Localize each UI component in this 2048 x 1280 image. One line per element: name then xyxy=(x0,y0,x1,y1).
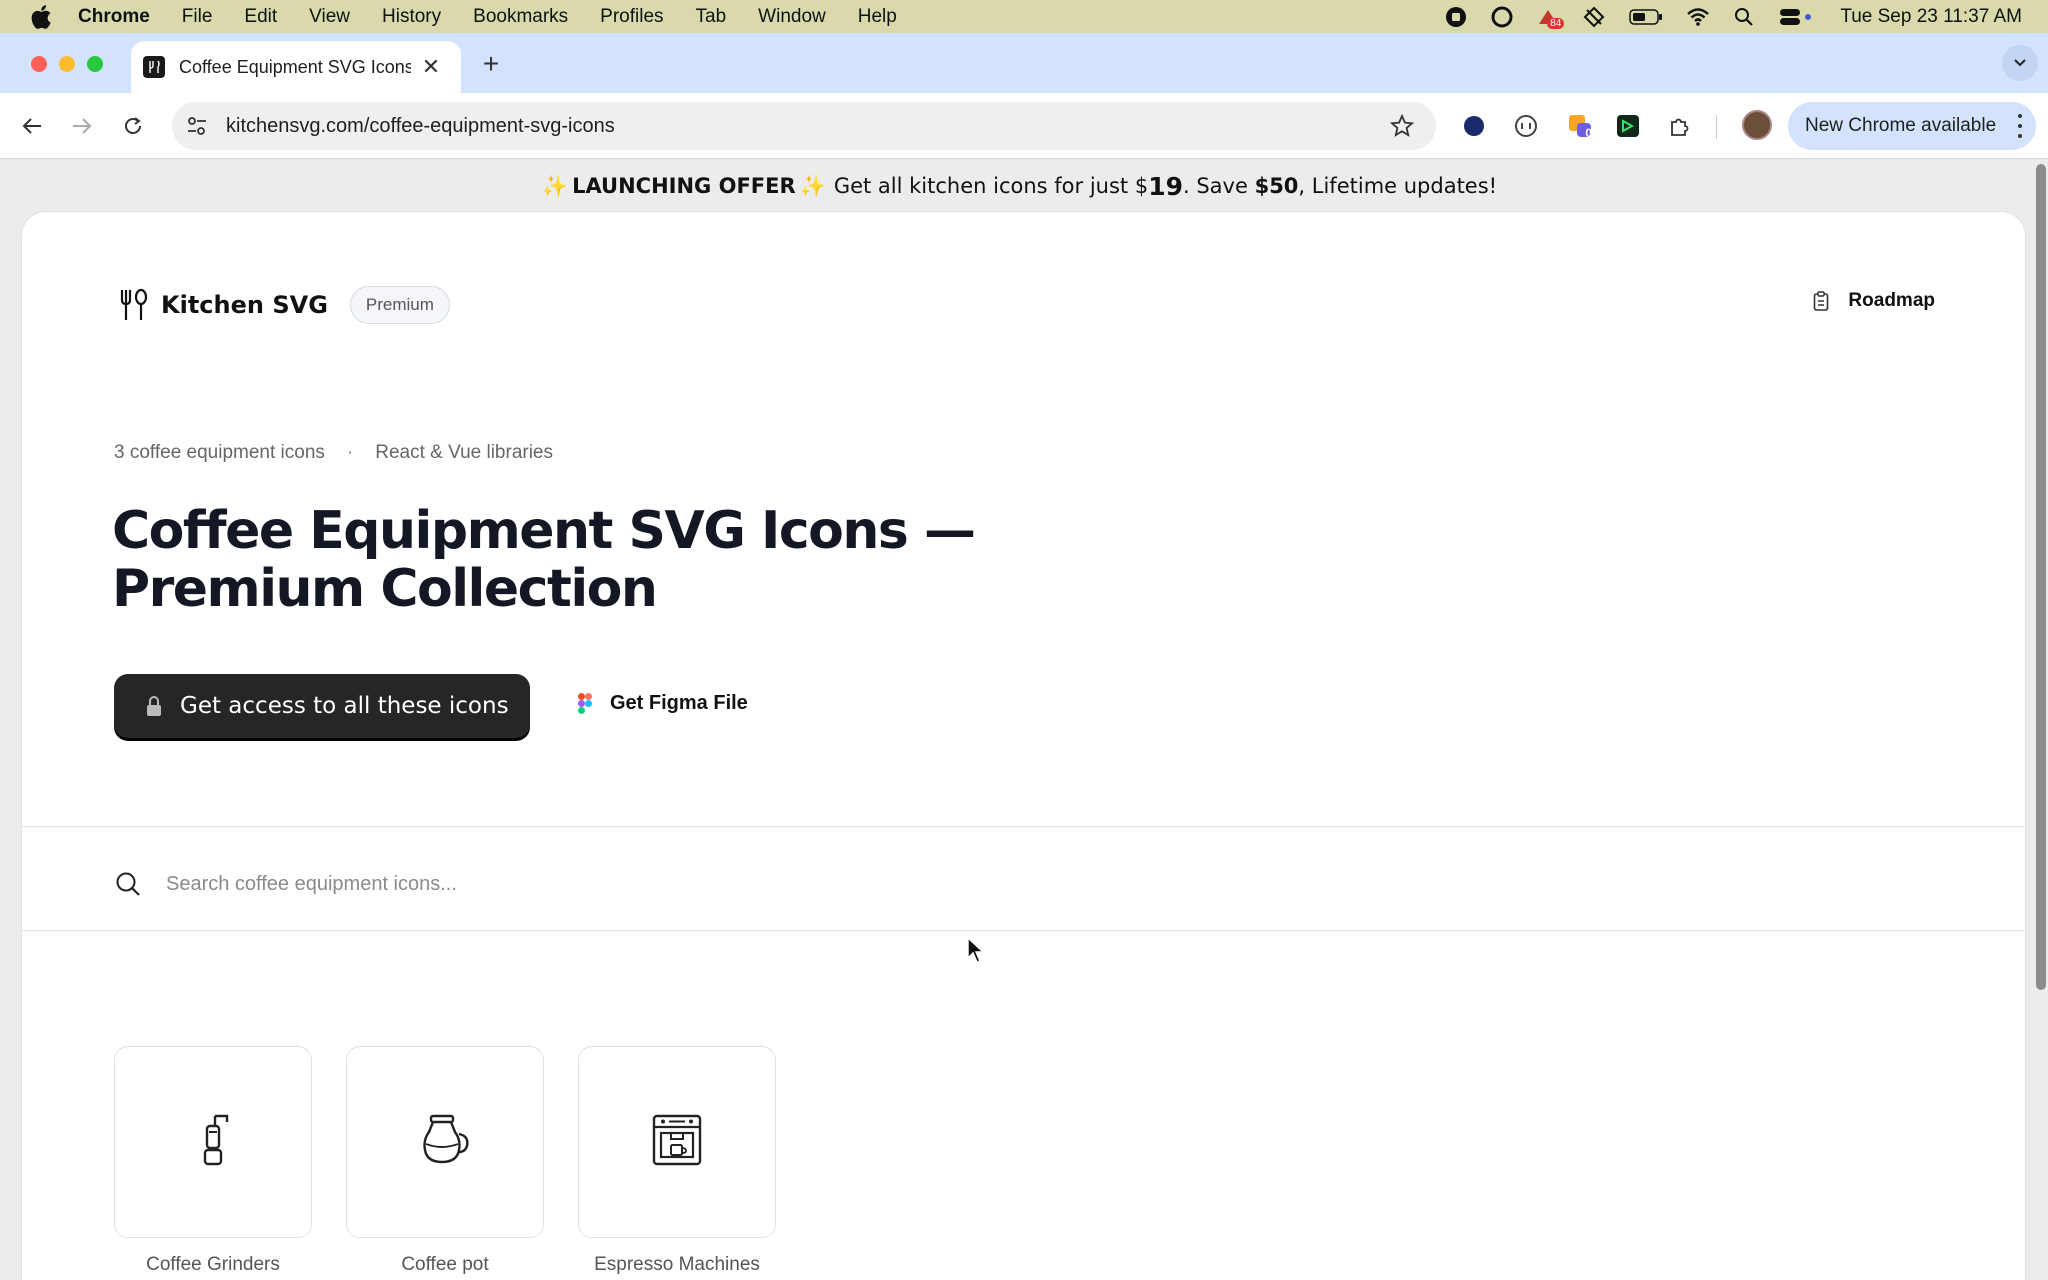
menu-window[interactable]: Window xyxy=(758,6,826,28)
search-bar[interactable] xyxy=(114,866,1914,902)
reload-icon[interactable] xyxy=(118,111,148,141)
menu-bookmarks[interactable]: Bookmarks xyxy=(473,6,568,28)
browser-toolbar: kitchensvg.com/coffee-equipment-svg-icon… xyxy=(0,93,2048,159)
main-card: Kitchen SVG Premium Roadmap 3 coffee equ… xyxy=(22,212,2025,1280)
offer-text-1: Get all kitchen icons for just $ xyxy=(833,174,1149,198)
offer-price: 19 xyxy=(1148,171,1183,201)
window-minimize-button[interactable] xyxy=(59,56,75,72)
window-zoom-button[interactable] xyxy=(87,56,103,72)
chrome-menu-kebab-icon[interactable] xyxy=(2016,114,2024,138)
icon-label-espresso-machines: Espresso Machines xyxy=(594,1254,760,1275)
site-info-tune-icon[interactable] xyxy=(184,113,210,139)
browser-tab-strip: Coffee Equipment SVG Icons ✕ + xyxy=(0,33,2048,93)
offer-text-3: , Lifetime updates! xyxy=(1298,174,1498,198)
mouse-cursor-icon xyxy=(967,936,985,963)
extension-green-terminal-icon[interactable] xyxy=(1614,112,1642,140)
apple-icon[interactable] xyxy=(28,4,54,30)
search-input[interactable] xyxy=(166,872,1066,896)
collection-meta: 3 coffee equipment icons · React & Vue l… xyxy=(114,442,553,464)
menu-app-name[interactable]: Chrome xyxy=(78,6,150,28)
icon-label-coffee-pot: Coffee pot xyxy=(401,1254,489,1275)
url-text[interactable]: kitchensvg.com/coffee-equipment-svg-icon… xyxy=(226,115,1388,138)
toolbar-separator xyxy=(1716,115,1717,139)
page-title: Coffee Equipment SVG Icons — Premium Col… xyxy=(112,502,1012,618)
battery-icon[interactable] xyxy=(1628,5,1664,29)
brand-name: Kitchen SVG xyxy=(161,291,328,319)
macos-menu-bar: Chrome File Edit View History Bookmarks … xyxy=(0,0,2048,33)
window-close-button[interactable] xyxy=(31,56,47,72)
menu-edit[interactable]: Edit xyxy=(244,6,277,28)
figma-label: Get Figma File xyxy=(610,691,748,714)
profile-avatar[interactable] xyxy=(1742,110,1772,140)
roadmap-label: Roadmap xyxy=(1848,290,1935,311)
sparkle-icon: ✨ xyxy=(799,173,826,198)
bookmark-star-icon[interactable] xyxy=(1388,112,1416,140)
menu-help[interactable]: Help xyxy=(858,6,897,28)
circle-app-icon[interactable] xyxy=(1490,5,1514,29)
menu-history[interactable]: History xyxy=(382,6,441,28)
new-tab-plus-icon[interactable]: + xyxy=(476,48,506,79)
tab-title: Coffee Equipment SVG Icons xyxy=(179,56,411,77)
offer-savings: $50 xyxy=(1254,174,1299,198)
coffee-pot-icon xyxy=(417,1114,473,1171)
wifi-icon[interactable] xyxy=(1686,5,1710,29)
extension-badge-icon[interactable]: 0 xyxy=(1566,112,1594,140)
back-arrow-icon[interactable] xyxy=(17,111,47,141)
kitchen-svg-favicon-icon xyxy=(143,56,165,78)
address-bar[interactable]: kitchensvg.com/coffee-equipment-svg-icon… xyxy=(172,102,1436,150)
figma-icon xyxy=(576,690,594,716)
extensions-puzzle-icon[interactable] xyxy=(1666,112,1694,140)
spotlight-search-icon[interactable] xyxy=(1732,5,1756,29)
clipboard-icon xyxy=(1810,290,1832,312)
page-scrollbar[interactable] xyxy=(2036,164,2046,990)
search-icon xyxy=(114,870,142,898)
sparkle-icon: ✨ xyxy=(541,173,569,198)
update-label: New Chrome available xyxy=(1805,115,1997,136)
icon-count: 3 coffee equipment icons xyxy=(114,442,325,463)
offer-label: LAUNCHING OFFER xyxy=(572,174,796,198)
forward-arrow-icon[interactable] xyxy=(67,111,97,141)
premium-badge: Premium xyxy=(349,286,450,324)
new-chrome-available-button[interactable]: New Chrome available xyxy=(1788,102,2036,150)
search-bottom-divider xyxy=(22,930,2025,931)
menu-profiles[interactable]: Profiles xyxy=(600,6,663,28)
lock-icon xyxy=(144,695,164,717)
offer-text-2: . Save xyxy=(1183,174,1255,198)
search-top-divider xyxy=(22,826,2025,827)
extension-count-badge: 0 xyxy=(1585,126,1592,140)
title-line-1: Coffee Equipment SVG Icons — xyxy=(112,501,976,561)
vpn-icon[interactable] xyxy=(1582,5,1606,29)
get-access-label: Get access to all these icons xyxy=(180,693,509,719)
roadmap-link[interactable]: Roadmap xyxy=(1810,290,1935,312)
icon-tile-coffee-grinders[interactable] xyxy=(114,1046,312,1238)
title-line-2: Premium Collection xyxy=(112,559,658,619)
page-viewport: ✨ LAUNCHING OFFER ✨ Get all kitchen icon… xyxy=(0,160,2048,1280)
menu-tab[interactable]: Tab xyxy=(696,6,727,28)
tab-close-icon[interactable]: ✕ xyxy=(419,54,443,79)
icon-tile-espresso-machines[interactable] xyxy=(578,1046,776,1238)
libraries-text: React & Vue libraries xyxy=(375,442,553,463)
status-app-icon[interactable]: 84 xyxy=(1536,5,1565,29)
fork-spoon-logo-icon xyxy=(117,288,151,322)
coffee-grinder-icon xyxy=(193,1112,233,1173)
menu-view[interactable]: View xyxy=(309,6,350,28)
control-center-icon[interactable] xyxy=(1778,5,1814,29)
menubar-clock[interactable]: Tue Sep 23 11:37 AM xyxy=(1840,6,2022,28)
espresso-machine-icon xyxy=(651,1113,703,1172)
icon-label-coffee-grinders: Coffee Grinders xyxy=(146,1254,280,1275)
site-logo[interactable]: Kitchen SVG Premium xyxy=(117,286,450,324)
menu-file[interactable]: File xyxy=(182,6,213,28)
record-stop-icon[interactable] xyxy=(1444,5,1468,29)
meta-separator: · xyxy=(346,442,354,463)
tab-search-chevron-icon[interactable] xyxy=(2002,45,2038,81)
extension-circle-icon[interactable] xyxy=(1512,112,1540,140)
get-access-button[interactable]: Get access to all these icons xyxy=(114,674,530,738)
icon-tile-coffee-pot[interactable] xyxy=(346,1046,544,1238)
extension-orange-swirl-icon[interactable] xyxy=(1460,112,1488,140)
launch-offer-banner[interactable]: ✨ LAUNCHING OFFER ✨ Get all kitchen icon… xyxy=(0,160,2035,212)
browser-tab-active[interactable]: Coffee Equipment SVG Icons ✕ xyxy=(131,41,461,93)
get-figma-file-button[interactable]: Get Figma File xyxy=(576,690,748,716)
status-count-badge: 84 xyxy=(1547,17,1565,29)
